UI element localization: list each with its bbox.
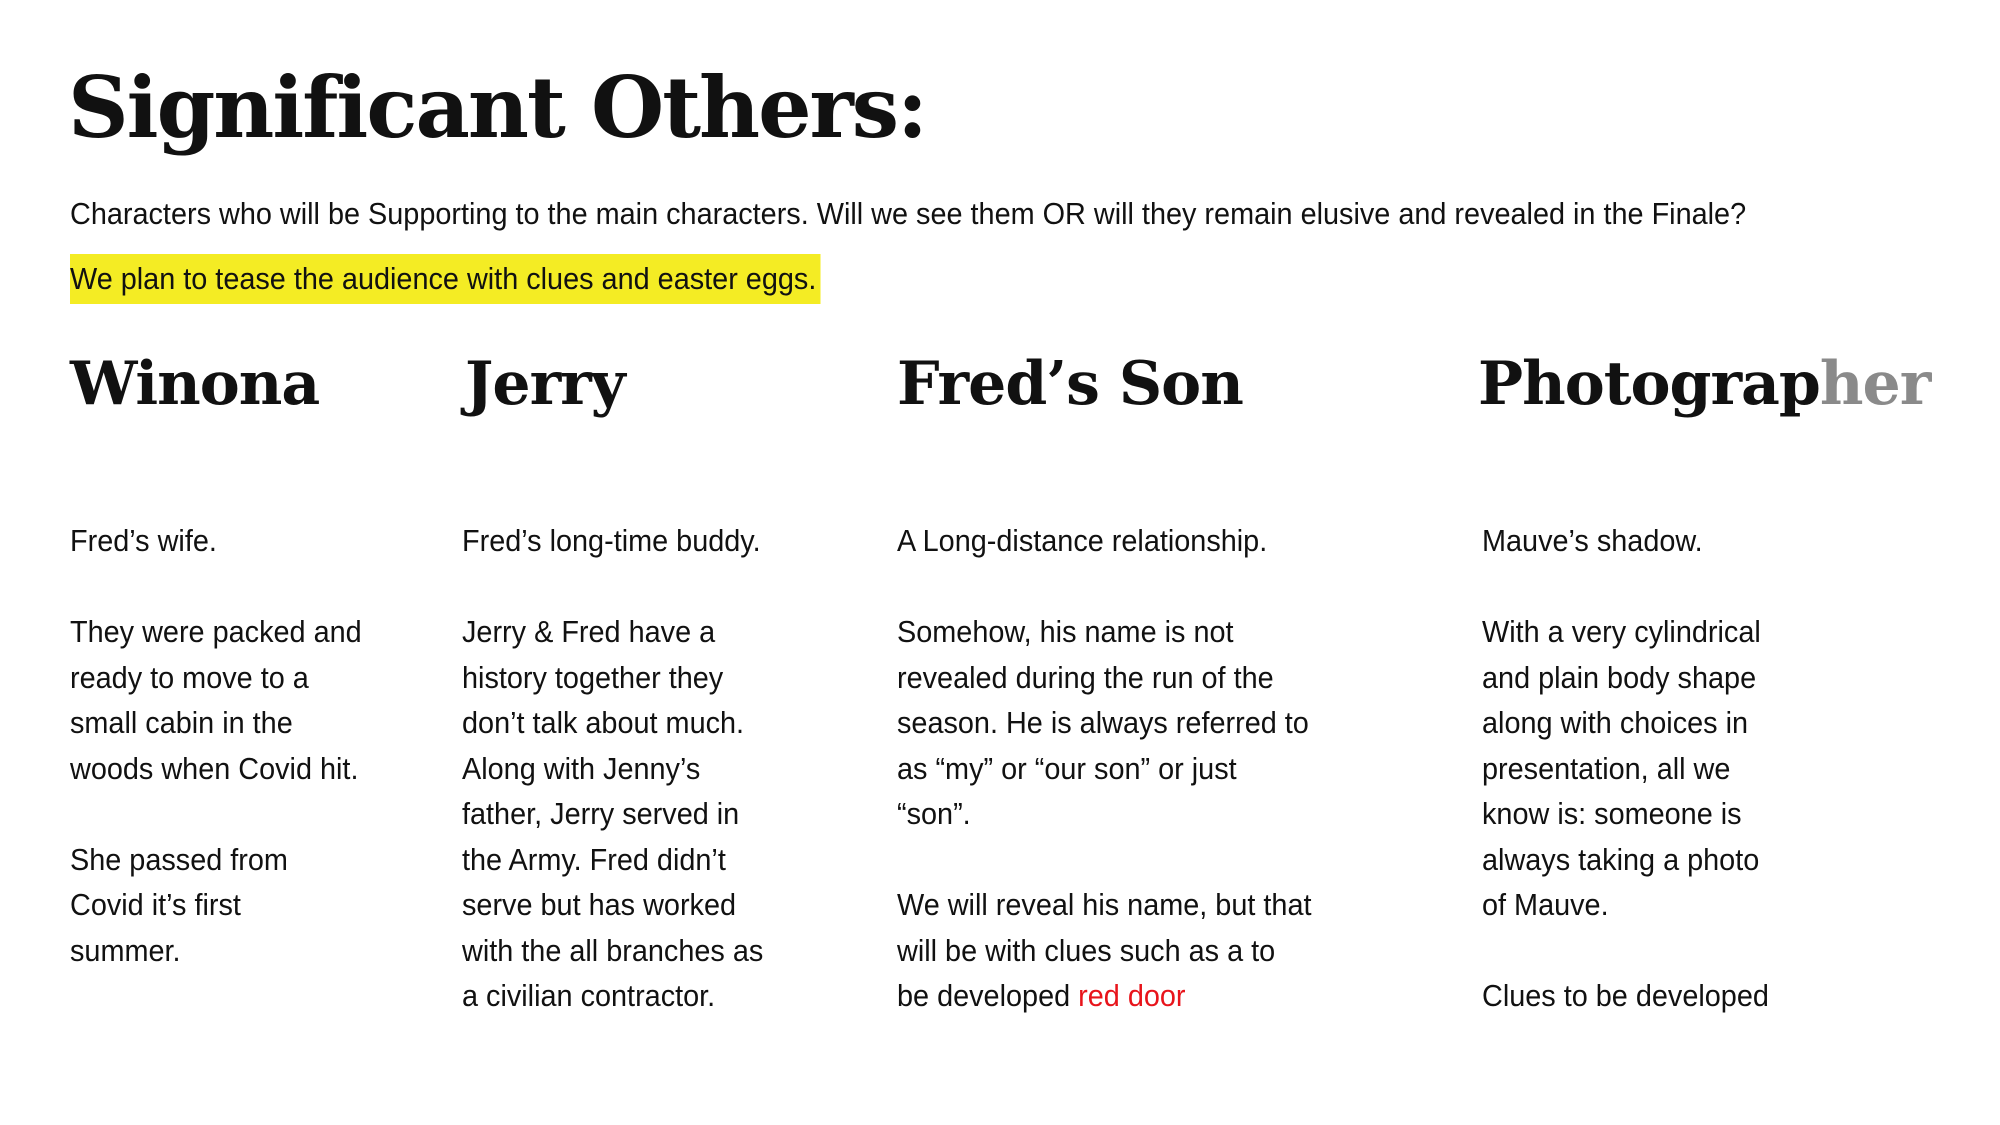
red-door-text: red door: [1078, 978, 1186, 1013]
page-subtitle: Characters who will be Supporting to the…: [70, 196, 1747, 231]
text-line: will be with clues such as a to: [897, 932, 1276, 968]
text-line: of Mauve.: [1482, 887, 1609, 922]
text-line: “son”.: [897, 796, 971, 831]
text-line: with the all branches as: [462, 932, 764, 968]
text-line: along with choices in: [1482, 705, 1749, 740]
text-line: Clues to be developed: [1482, 978, 1769, 1013]
text-line: Fred’s long-time buddy.: [462, 523, 761, 558]
text-line: a civilian contractor.: [462, 978, 716, 1013]
heading-photographer-faded: her: [1819, 349, 1931, 419]
column-photographer-body: Mauve’s shadow. With a very cylindrical …: [1482, 518, 1769, 1064]
heading-photographer-main: Photograp: [1478, 349, 1821, 419]
text-line: the Army. Fred didn’t: [462, 841, 726, 877]
text-line: We will reveal his name, but that: [897, 887, 1312, 922]
paragraph: Jerry & Fred have a history together the…: [462, 609, 763, 1019]
paragraph: Somehow, his name is not revealed during…: [897, 609, 1311, 837]
text-line: Jerry & Fred have a: [462, 614, 716, 649]
paragraph: They were packed and ready to move to a …: [70, 609, 362, 791]
text-line: With a very cylindrical: [1482, 614, 1761, 649]
paragraph: Fred’s wife.: [70, 518, 362, 564]
text-line: Fred’s wife.: [70, 523, 217, 558]
text-line: don’t talk about much.: [462, 705, 745, 740]
text-line: woods when Covid hit.: [70, 750, 359, 786]
text-line: She passed from: [70, 841, 288, 877]
heading-jerry: Jerry: [465, 349, 626, 419]
text-line: Somehow, his name is not: [897, 614, 1234, 649]
text-line: know is: someone is: [1482, 796, 1742, 831]
heading-freds-son: Fred’s Son: [897, 349, 1244, 419]
text-line: They were packed and: [70, 614, 362, 649]
text-line: father, Jerry served in: [462, 796, 740, 831]
text-line: always taking a photo: [1482, 841, 1760, 877]
text-line: history together they: [462, 659, 724, 695]
paragraph: She passed from Covid it’s first summer.: [70, 837, 362, 974]
text-line: Along with Jenny’s: [462, 750, 701, 786]
paragraph: We will reveal his name, but that will b…: [897, 882, 1311, 1019]
text-line: ready to move to a: [70, 659, 309, 695]
text-line: A Long-distance relationship.: [897, 523, 1268, 558]
column-jerry-body: Fred’s long-time buddy. Jerry & Fred hav…: [462, 518, 763, 1064]
text-line: as “my” or “our son” or just: [897, 750, 1237, 786]
column-freds-son-body: A Long-distance relationship. Somehow, h…: [897, 518, 1311, 1064]
text-line: presentation, all we: [1482, 750, 1731, 786]
heading-photographer: Photographer: [1478, 348, 1931, 420]
text-line: summer.: [70, 932, 181, 968]
paragraph: A Long-distance relationship.: [897, 518, 1311, 564]
paragraph: Clues to be developed: [1482, 973, 1769, 1019]
paragraph: Mauve’s shadow.: [1482, 518, 1769, 564]
text-line: be developed: [897, 978, 1079, 1013]
text-line: Mauve’s shadow.: [1482, 523, 1703, 558]
page-title: Significant Others:: [68, 58, 928, 157]
highlighted-note: We plan to tease the audience with clues…: [70, 254, 821, 304]
text-line: season. He is always referred to: [897, 705, 1309, 740]
text-line: revealed during the run of the: [897, 659, 1274, 695]
paragraph: With a very cylindrical and plain body s…: [1482, 609, 1769, 928]
text-line: small cabin in the: [70, 705, 293, 740]
paragraph: Fred’s long-time buddy.: [462, 518, 763, 564]
text-line: serve but has worked: [462, 887, 737, 922]
text-line: Covid it’s first: [70, 887, 241, 922]
text-line: and plain body shape: [1482, 659, 1757, 695]
heading-winona: Winona: [70, 349, 320, 419]
column-winona-body: Fred’s wife. They were packed and ready …: [70, 518, 362, 1019]
